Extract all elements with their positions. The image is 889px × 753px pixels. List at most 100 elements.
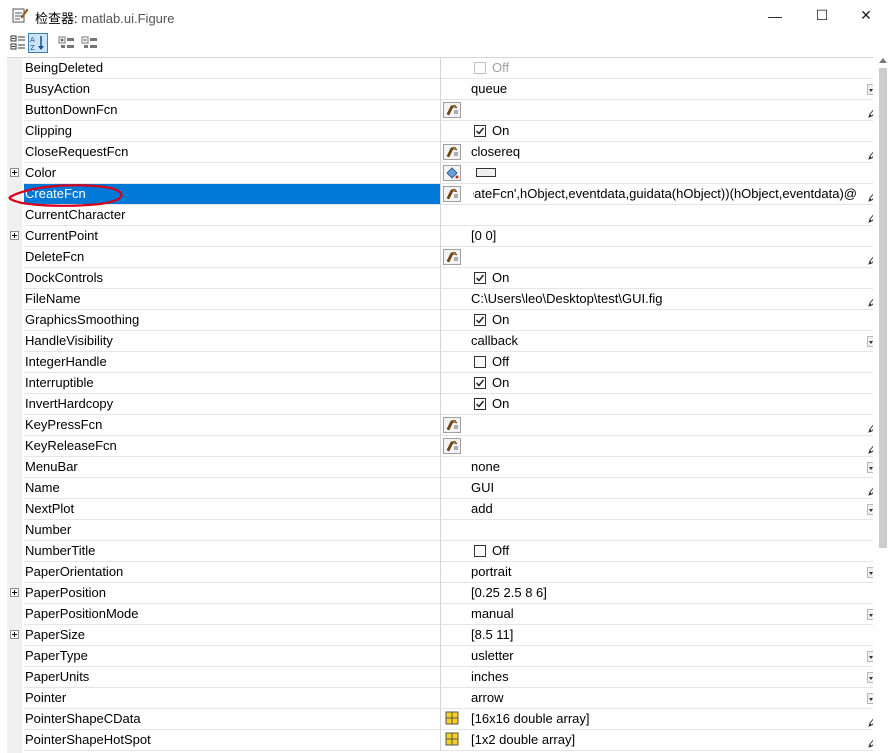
color-swatch[interactable] [476, 168, 496, 177]
edit-pencil-icon[interactable] [868, 209, 873, 223]
property-name[interactable]: NumberTitle [24, 541, 441, 562]
property-value-cell[interactable]: [16x16 double array] [441, 709, 873, 730]
edit-pencil-icon[interactable] [868, 293, 873, 307]
property-row-keyreleasefcn[interactable]: KeyReleaseFcn [7, 436, 873, 457]
dropdown-arrow-icon[interactable] [867, 462, 873, 473]
property-checkbox[interactable] [474, 272, 486, 284]
property-name[interactable]: BeingDeleted [24, 58, 441, 79]
property-row-filename[interactable]: FileName C:\Users\leo\Desktop\test\GUI.fi… [7, 289, 873, 310]
property-value-cell[interactable]: portrait [441, 562, 873, 583]
property-row-handlevisibility[interactable]: HandleVisibility callback [7, 331, 873, 352]
property-row-pointer[interactable]: Pointer arrow [7, 688, 873, 709]
dropdown-arrow-icon[interactable] [867, 504, 873, 515]
property-name[interactable]: ButtonDownFcn [24, 100, 441, 121]
categorized-view-button[interactable] [8, 33, 28, 53]
dropdown-arrow-icon[interactable] [867, 336, 873, 347]
property-name[interactable]: Interruptible [24, 373, 441, 394]
property-name[interactable]: DockControls [24, 268, 441, 289]
property-row-nextplot[interactable]: NextPlot add [7, 499, 873, 520]
property-value[interactable]: callback [471, 331, 518, 351]
property-value-cell[interactable] [441, 247, 873, 268]
property-value[interactable]: queue [471, 79, 507, 99]
property-value-cell[interactable]: none [441, 457, 873, 478]
property-value[interactable]: [16x16 double array] [471, 709, 590, 729]
property-value-cell[interactable] [441, 100, 873, 121]
expand-all-button[interactable] [57, 33, 77, 53]
property-name[interactable]: CurrentCharacter [24, 205, 441, 226]
property-value-cell[interactable]: Off [441, 352, 873, 373]
edit-pencil-icon[interactable] [868, 146, 873, 160]
property-value[interactable]: manual [471, 604, 514, 624]
property-row-inverthardcopy[interactable]: InvertHardcopy On [7, 394, 873, 415]
property-value-cell[interactable]: On [441, 310, 873, 331]
property-name[interactable]: HandleVisibility [24, 331, 441, 352]
property-name[interactable]: NextPlot [24, 499, 441, 520]
property-value-cell[interactable]: [1x2 double array] [441, 730, 873, 751]
alphabetical-view-button[interactable]: A Z [28, 33, 48, 53]
array-editor-button[interactable] [441, 730, 463, 750]
property-checkbox[interactable] [474, 356, 486, 368]
array-editor-button[interactable] [441, 709, 463, 729]
property-value-cell[interactable]: inches [441, 667, 873, 688]
property-name[interactable]: Number [24, 520, 441, 541]
property-row-integerhandle[interactable]: IntegerHandle Off [7, 352, 873, 373]
expand-icon[interactable] [10, 588, 19, 597]
property-row-paperunits[interactable]: PaperUnits inches [7, 667, 873, 688]
property-value-cell[interactable] [441, 415, 873, 436]
minimize-button[interactable]: — [752, 0, 798, 31]
property-row-clipping[interactable]: Clipping On [7, 121, 873, 142]
property-value[interactable]: C:\Users\leo\Desktop\test\GUI.fig [471, 289, 662, 309]
edit-pencil-icon[interactable] [868, 188, 873, 202]
dropdown-arrow-icon[interactable] [867, 567, 873, 578]
property-row-dockcontrols[interactable]: DockControls On [7, 268, 873, 289]
property-value-cell[interactable]: usletter [441, 646, 873, 667]
property-name[interactable]: PaperType [24, 646, 441, 667]
callback-editor-button[interactable] [441, 100, 463, 120]
property-name[interactable]: FileName [24, 289, 441, 310]
property-row-currentpoint[interactable]: CurrentPoint [0 0] [7, 226, 873, 247]
property-value-cell[interactable]: On [441, 121, 873, 142]
property-row-paperposition[interactable]: PaperPosition [0.25 2.5 8 6] [7, 583, 873, 604]
property-value[interactable]: closereq [471, 142, 520, 162]
property-row-numbertitle[interactable]: NumberTitle Off [7, 541, 873, 562]
property-row-papersize[interactable]: PaperSize [8.5 11] [7, 625, 873, 646]
property-name[interactable]: DeleteFcn [24, 247, 441, 268]
property-name[interactable]: IntegerHandle [24, 352, 441, 373]
property-value-cell[interactable]: [0.25 2.5 8 6] [441, 583, 873, 604]
dropdown-arrow-icon[interactable] [867, 84, 873, 95]
edit-pencil-icon[interactable] [868, 104, 873, 118]
property-row-keypressfcn[interactable]: KeyPressFcn [7, 415, 873, 436]
property-name[interactable]: Name [24, 478, 441, 499]
property-name[interactable]: PointerShapeCData [24, 709, 441, 730]
expand-icon[interactable] [10, 168, 19, 177]
property-row-currentcharacter[interactable]: CurrentCharacter [7, 205, 873, 226]
property-row-busyaction[interactable]: BusyAction queue [7, 79, 873, 100]
property-name[interactable]: MenuBar [24, 457, 441, 478]
property-value-cell[interactable]: On [441, 268, 873, 289]
property-name[interactable]: GraphicsSmoothing [24, 310, 441, 331]
property-row-closerequestfcn[interactable]: CloseRequestFcn closereq [7, 142, 873, 163]
property-name[interactable]: Clipping [24, 121, 441, 142]
callback-editor-button[interactable] [441, 247, 463, 267]
property-value-cell[interactable]: [0 0] [441, 226, 873, 247]
property-row-createfcn[interactable]: CreateFcn @(hObject,eventdata)GUI('figure… [7, 184, 873, 205]
property-name[interactable]: Pointer [24, 688, 441, 709]
close-button[interactable]: ✕ [843, 0, 889, 31]
property-checkbox[interactable] [474, 314, 486, 326]
property-value[interactable]: [8.5 11] [471, 625, 513, 645]
property-name[interactable]: PaperPositionMode [24, 604, 441, 625]
property-name[interactable]: CurrentPoint [24, 226, 441, 247]
property-checkbox[interactable] [474, 398, 486, 410]
edit-pencil-icon[interactable] [868, 440, 873, 454]
property-value-cell[interactable]: manual [441, 604, 873, 625]
dropdown-arrow-icon[interactable] [867, 651, 873, 662]
edit-pencil-icon[interactable] [868, 251, 873, 265]
property-name[interactable]: PaperSize [24, 625, 441, 646]
property-value-cell[interactable]: On [441, 373, 873, 394]
property-row-color[interactable]: Color [7, 163, 873, 184]
property-checkbox[interactable] [474, 125, 486, 137]
edit-pencil-icon[interactable] [868, 713, 873, 727]
property-name[interactable]: PaperUnits [24, 667, 441, 688]
property-row-beingdeleted[interactable]: BeingDeleted Off [7, 58, 873, 79]
dropdown-arrow-icon[interactable] [867, 693, 873, 704]
